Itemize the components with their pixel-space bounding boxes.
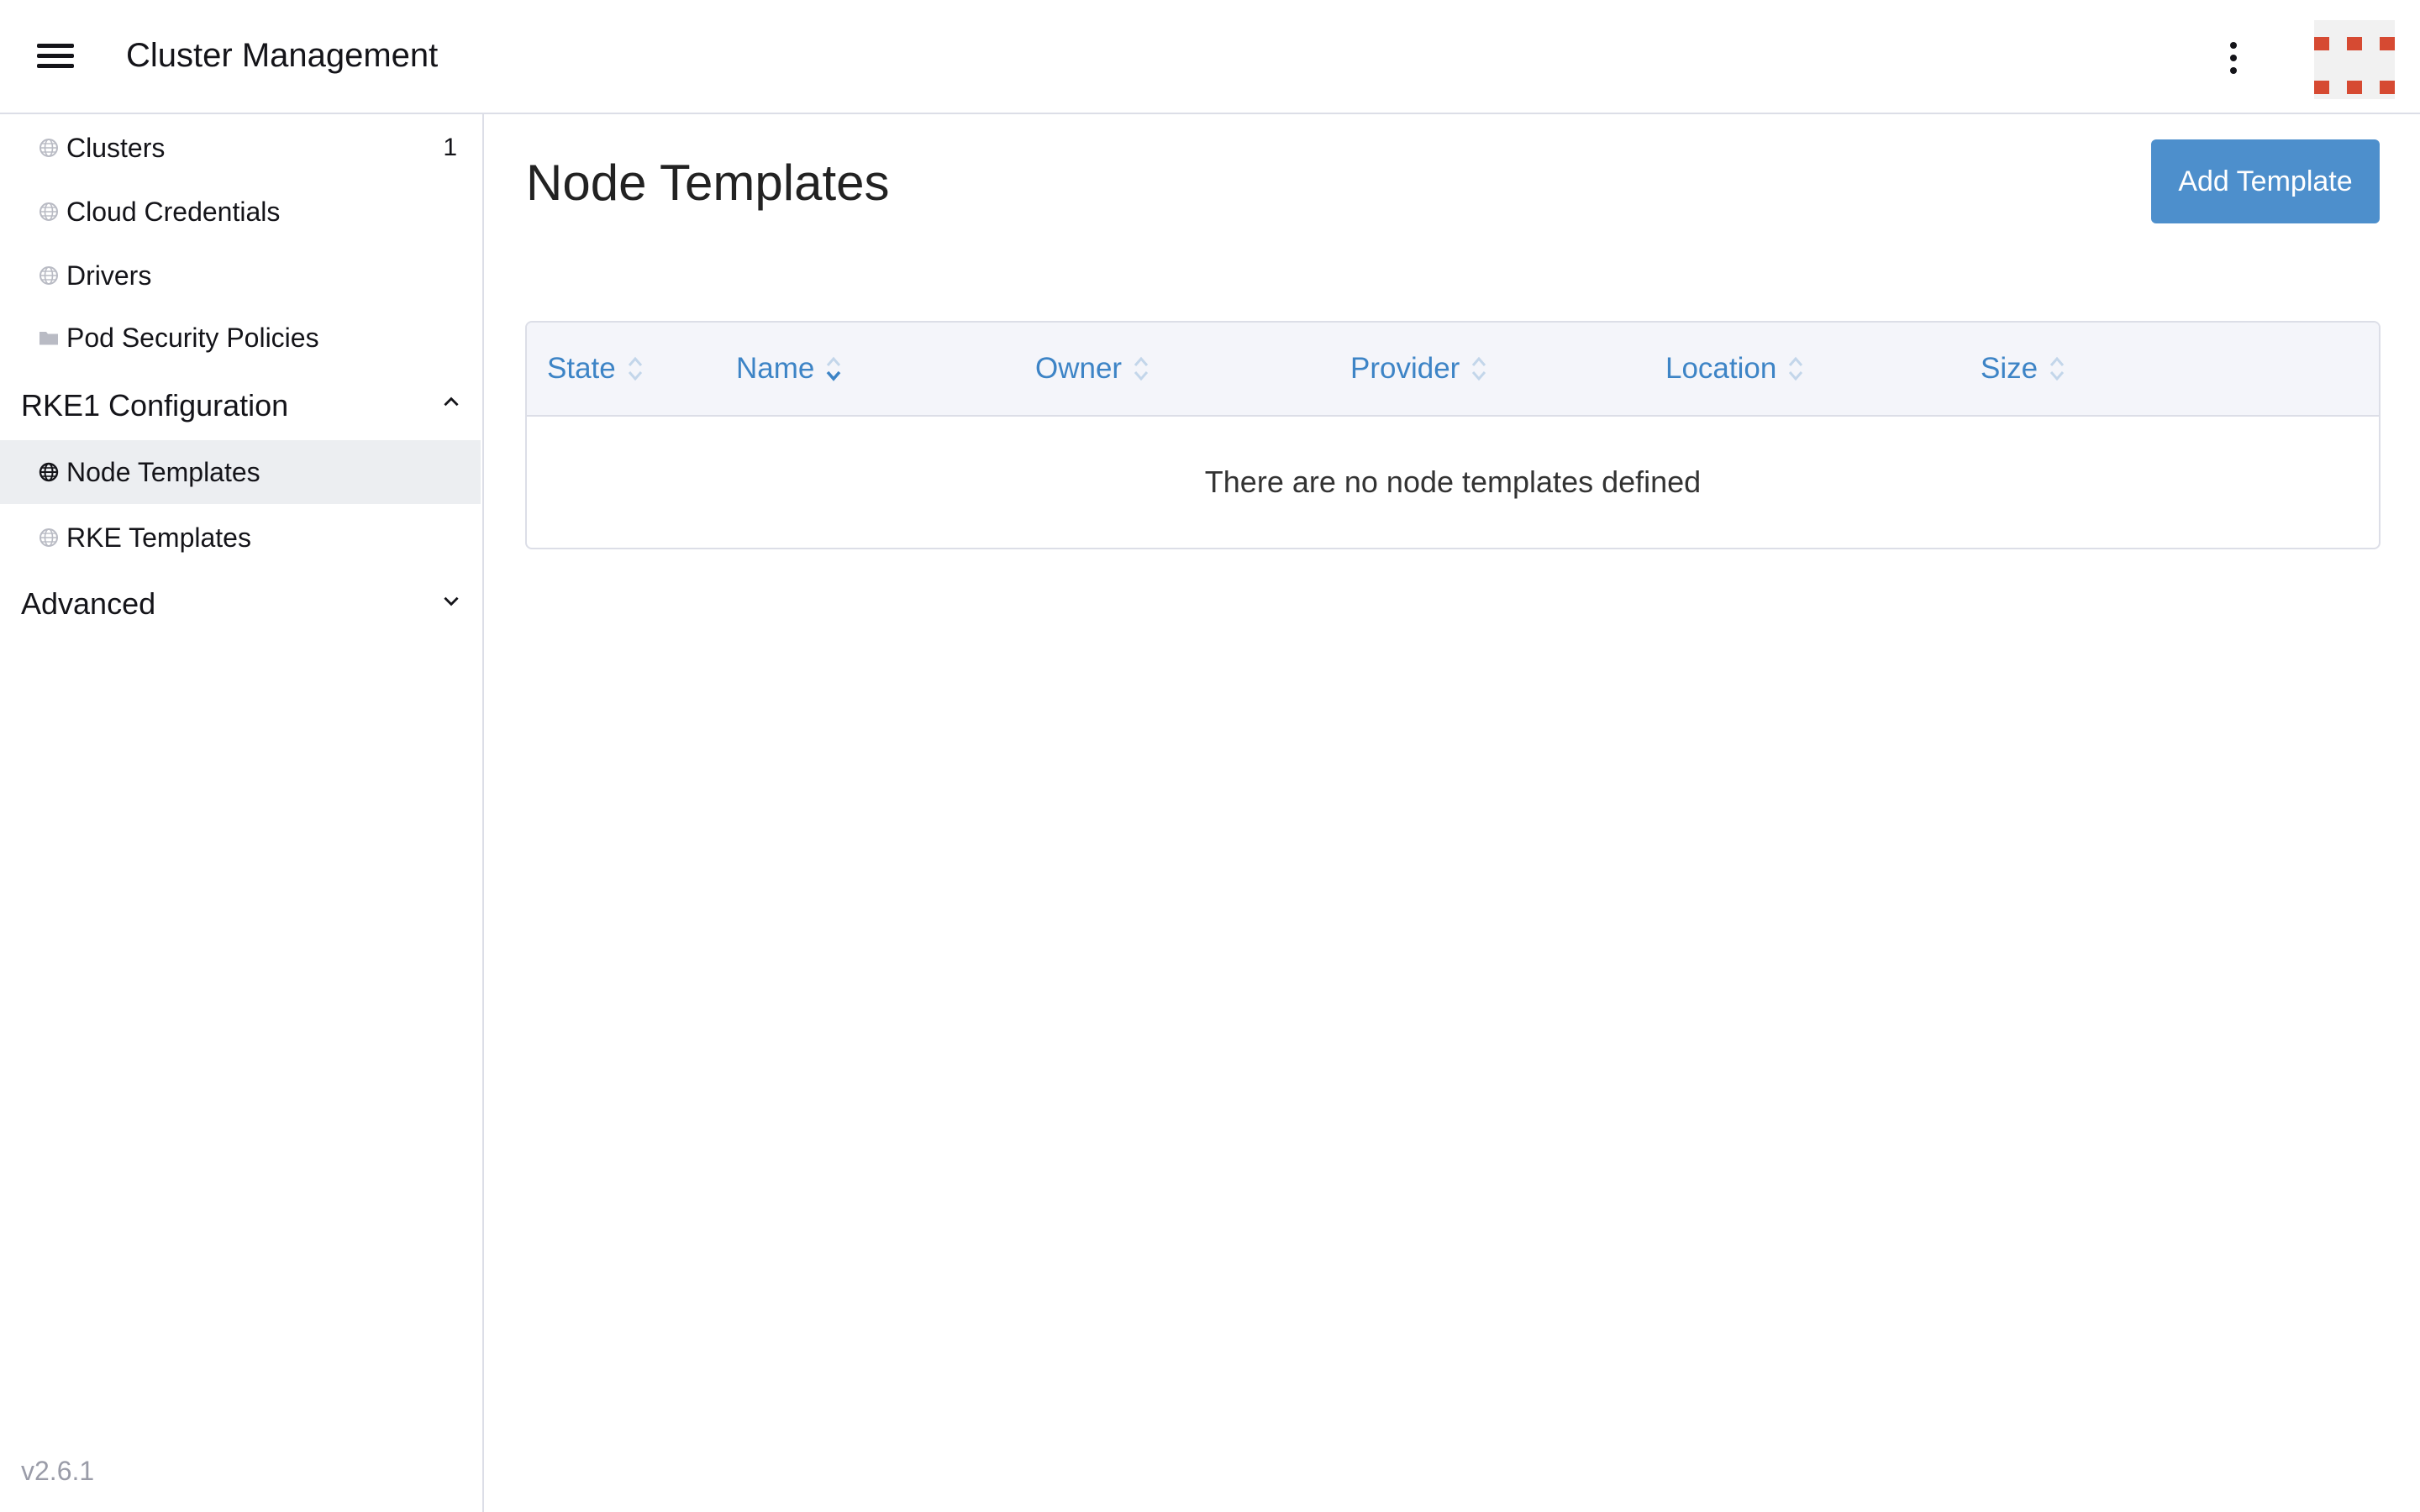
globe-icon <box>39 202 58 221</box>
node-templates-table: State Name Owner Provider Location Size … <box>525 321 2381 549</box>
hamburger-menu-icon[interactable] <box>34 39 79 72</box>
sidebar-item-label: Drivers <box>66 260 152 291</box>
page-title: Node Templates <box>526 155 890 211</box>
column-label: State <box>547 352 616 385</box>
app-title: Cluster Management <box>126 37 439 74</box>
chevron-up-icon <box>444 396 459 407</box>
table-header: State Name Owner Provider Location Size <box>527 323 2379 417</box>
sidebar-item-drivers[interactable]: Drivers <box>0 244 481 307</box>
sidebar-item-clusters[interactable]: Clusters 1 <box>0 116 481 180</box>
sort-icon <box>1134 356 1149 381</box>
sort-icon <box>628 356 642 381</box>
column-label: Size <box>1981 352 2039 385</box>
sidebar-item-label: Cloud Credentials <box>66 197 281 227</box>
globe-icon <box>39 462 59 482</box>
version-label: v2.6.1 <box>21 1456 95 1486</box>
sort-down-icon <box>827 356 841 381</box>
folder-icon <box>39 332 58 345</box>
group-advanced[interactable]: Advanced <box>0 573 481 633</box>
group-rke1-configuration[interactable]: RKE1 Configuration <box>0 375 481 435</box>
column-header-name[interactable]: Name <box>736 348 843 390</box>
sidebar-item-label: Clusters <box>66 133 166 163</box>
column-label: Location <box>1665 352 1777 385</box>
sidebar-item-label: Pod Security Policies <box>66 323 319 353</box>
cluster-count-badge: 1 <box>443 134 457 161</box>
column-label: Owner <box>1035 352 1123 385</box>
column-header-location[interactable]: Location <box>1665 348 1805 390</box>
sidebar-item-cloud-credentials[interactable]: Cloud Credentials <box>0 180 481 244</box>
sidebar-item-rke-templates[interactable]: RKE Templates <box>0 506 481 570</box>
group-label: Advanced <box>21 586 156 621</box>
vertical-ellipsis-icon[interactable] <box>2223 35 2244 81</box>
sidebar-item-label: RKE Templates <box>66 522 251 553</box>
column-label: Provider <box>1350 352 1460 385</box>
sidebar: Clusters 1 Cloud Credentials Drivers Pod… <box>0 114 484 1512</box>
column-header-size[interactable]: Size <box>1981 348 2066 390</box>
sort-icon <box>1789 356 1803 381</box>
globe-icon <box>39 139 58 157</box>
sidebar-item-label: Node Templates <box>66 457 260 487</box>
column-header-provider[interactable]: Provider <box>1350 348 1488 390</box>
add-template-button[interactable]: Add Template <box>2151 139 2380 223</box>
sort-icon <box>1472 356 1486 381</box>
sort-icon <box>2049 356 2065 381</box>
group-label: RKE1 Configuration <box>21 388 289 423</box>
top-header: Cluster Management <box>0 0 2420 114</box>
chevron-down-icon <box>444 596 459 606</box>
globe-icon <box>39 528 58 547</box>
empty-table-message: There are no node templates defined <box>1204 465 1702 499</box>
globe-icon <box>39 266 58 285</box>
user-avatar[interactable] <box>2314 20 2395 99</box>
column-label: Name <box>736 352 815 385</box>
column-header-state[interactable]: State <box>547 348 644 390</box>
column-header-owner[interactable]: Owner <box>1035 348 1150 390</box>
sidebar-item-node-templates[interactable]: Node Templates <box>0 440 481 504</box>
sidebar-item-pod-security-policies[interactable]: Pod Security Policies <box>0 306 481 370</box>
